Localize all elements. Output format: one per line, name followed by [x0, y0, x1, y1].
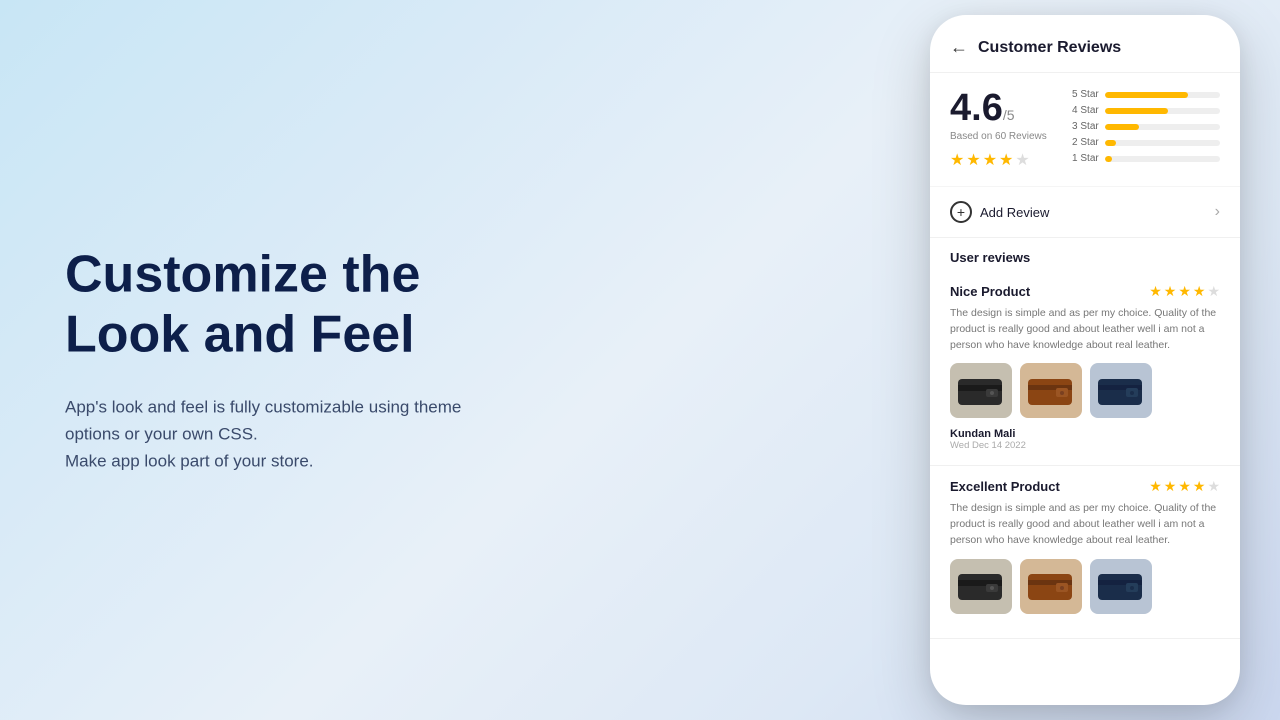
phone-mockup: ← Customer Reviews 4.6/5 Based on 60 Rev… — [930, 15, 1240, 705]
main-subtext: App's look and feel is fully customizabl… — [65, 393, 645, 475]
bar-row-1: 1 Star — [1067, 153, 1220, 164]
rating-score: 4.6 — [950, 87, 1003, 129]
product-thumb-2a[interactable] — [950, 559, 1012, 614]
subtext-line3: Make app look part of your store. — [65, 451, 314, 470]
review-text-1: The design is simple and as per my choic… — [950, 306, 1220, 353]
wallet-navy-svg-2 — [1096, 566, 1146, 606]
review-top-1: Nice Product ★ ★ ★ ★ ★ — [950, 283, 1220, 300]
product-thumb-2c[interactable] — [1090, 559, 1152, 614]
bar-label-3: 3 Star — [1067, 121, 1099, 132]
star-3: ★ — [983, 150, 997, 170]
wallet-brown-svg-2 — [1026, 566, 1076, 606]
review-top-2: Excellent Product ★ ★ ★ ★ ★ — [950, 478, 1220, 495]
rating-bars: 5 Star 4 Star 3 Star — [1067, 89, 1220, 169]
review-images-1 — [950, 363, 1220, 418]
phone-inner: ← Customer Reviews 4.6/5 Based on 60 Rev… — [930, 15, 1240, 705]
star-4: ★ — [999, 150, 1013, 170]
phone-frame: ← Customer Reviews 4.6/5 Based on 60 Rev… — [930, 15, 1240, 705]
reviewer-date-1: Wed Dec 14 2022 — [950, 440, 1220, 451]
bar-fill-1 — [1105, 156, 1112, 162]
wallet-brown-svg — [1026, 371, 1076, 411]
add-review-row[interactable]: + Add Review › — [930, 187, 1240, 238]
wallet-black-svg-2 — [956, 566, 1006, 606]
bar-label-2: 2 Star — [1067, 137, 1099, 148]
rating-left: 4.6/5 Based on 60 Reviews ★ ★ ★ ★ ★ — [950, 89, 1047, 170]
add-review-left: + Add Review — [950, 201, 1049, 223]
product-thumb-1b[interactable] — [1020, 363, 1082, 418]
r2-star4: ★ — [1193, 478, 1206, 495]
star-5: ★ — [1015, 150, 1029, 170]
r2-star3: ★ — [1178, 478, 1191, 495]
bar-label-5: 5 Star — [1067, 89, 1099, 100]
bar-track-3 — [1105, 124, 1220, 130]
headline-line2: Look and Feel — [65, 305, 415, 363]
review-title-2: Excellent Product — [950, 479, 1060, 494]
add-review-label: Add Review — [980, 205, 1049, 220]
bar-fill-4 — [1105, 108, 1168, 114]
based-on-text: Based on 60 Reviews — [950, 131, 1047, 142]
wallet-black-svg — [956, 371, 1006, 411]
reviewer-name-1: Kundan Mali — [950, 428, 1220, 440]
bar-track-1 — [1105, 156, 1220, 162]
bar-fill-5 — [1105, 92, 1188, 98]
product-thumb-1c[interactable] — [1090, 363, 1152, 418]
circle-plus-icon: + — [950, 201, 972, 223]
r2-star2: ★ — [1164, 478, 1177, 495]
bar-row-3: 3 Star — [1067, 121, 1220, 132]
review-card-2: Excellent Product ★ ★ ★ ★ ★ The design i… — [930, 466, 1240, 638]
review-stars-1: ★ ★ ★ ★ ★ — [1149, 283, 1220, 300]
bar-track-4 — [1105, 108, 1220, 114]
r1-star4: ★ — [1193, 283, 1206, 300]
bar-fill-2 — [1105, 140, 1117, 146]
review-text-2: The design is simple and as per my choic… — [950, 501, 1220, 548]
wallet-navy-svg — [1096, 371, 1146, 411]
bar-row-2: 2 Star — [1067, 137, 1220, 148]
star-1: ★ — [950, 150, 964, 170]
r1-star5: ★ — [1207, 283, 1220, 300]
review-images-2 — [950, 559, 1220, 614]
product-thumb-1a[interactable] — [950, 363, 1012, 418]
summary-stars: ★ ★ ★ ★ ★ — [950, 150, 1047, 170]
r1-star3: ★ — [1178, 283, 1191, 300]
bar-label-1: 1 Star — [1067, 153, 1099, 164]
r1-star2: ★ — [1164, 283, 1177, 300]
review-card-1: Nice Product ★ ★ ★ ★ ★ The design is sim… — [930, 271, 1240, 466]
bar-row-4: 4 Star — [1067, 105, 1220, 116]
r1-star1: ★ — [1149, 283, 1162, 300]
headline-line1: Customize the — [65, 245, 420, 303]
big-rating: 4.6/5 — [950, 89, 1047, 127]
rating-out-of: /5 — [1003, 107, 1015, 123]
subtext-line2: options or your own CSS. — [65, 424, 258, 443]
bar-track-2 — [1105, 140, 1220, 146]
bar-track-5 — [1105, 92, 1220, 98]
main-headline: Customize the Look and Feel — [65, 245, 645, 365]
r2-star5: ★ — [1207, 478, 1220, 495]
back-arrow-icon[interactable]: ← — [950, 37, 968, 58]
review-title-1: Nice Product — [950, 284, 1030, 299]
left-panel: Customize the Look and Feel App's look a… — [65, 245, 645, 474]
subtext-line1: App's look and feel is fully customizabl… — [65, 397, 461, 416]
user-reviews-label: User reviews — [930, 238, 1240, 271]
r2-star1: ★ — [1149, 478, 1162, 495]
product-thumb-2b[interactable] — [1020, 559, 1082, 614]
review-stars-2: ★ ★ ★ ★ ★ — [1149, 478, 1220, 495]
reviews-header: ← Customer Reviews — [930, 15, 1240, 73]
chevron-right-icon: › — [1215, 203, 1220, 221]
bar-row-5: 5 Star — [1067, 89, 1220, 100]
bar-label-4: 4 Star — [1067, 105, 1099, 116]
bar-fill-3 — [1105, 124, 1140, 130]
star-2: ★ — [966, 150, 980, 170]
header-title: Customer Reviews — [978, 39, 1121, 57]
rating-summary: 4.6/5 Based on 60 Reviews ★ ★ ★ ★ ★ 5 St… — [930, 73, 1240, 187]
